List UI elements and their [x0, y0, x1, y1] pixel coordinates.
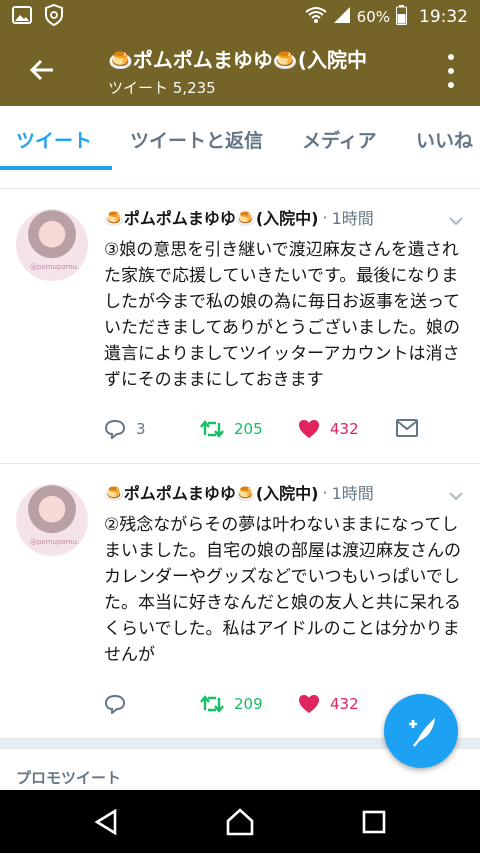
tweet-time: 1時間	[331, 209, 374, 228]
triangle-back-icon	[94, 808, 117, 836]
direct-message-button[interactable]	[396, 419, 418, 437]
reply-icon	[104, 419, 126, 439]
tweet-header: 🍮ポムポムまゆゆ🍮(入院中) · 1時間	[104, 480, 464, 504]
system-navigation-bar	[0, 790, 480, 853]
retweet-count: 209	[234, 695, 263, 713]
avatar-watermark: @pomupomu...	[30, 263, 84, 271]
clock: 19:32	[419, 7, 468, 27]
more-dot-icon	[448, 68, 454, 74]
feather-plus-icon	[409, 718, 435, 747]
page-title: 🍮ポムポムまゆゆ🍮(入院中	[108, 48, 367, 72]
more-dot-icon	[448, 54, 454, 60]
separator-dot: ·	[322, 482, 328, 502]
heart-icon	[299, 695, 319, 713]
like-count: 432	[330, 420, 359, 438]
system-recents-button[interactable]	[358, 806, 390, 838]
tweet-header: 🍮ポムポムまゆゆ🍮(入院中) · 1時間	[104, 205, 464, 229]
separator-dot: ·	[322, 207, 328, 227]
like-count: 432	[330, 695, 359, 713]
heart-icon	[299, 420, 319, 438]
more-dot-icon	[448, 82, 454, 88]
battery-level: 60%	[356, 8, 390, 26]
tweet-text: ②残念ながらその夢は叶わないままになってしまいました。自宅の娘の部屋は渡辺麻友さ…	[104, 515, 461, 665]
like-button[interactable]: 432	[298, 419, 359, 439]
author-name[interactable]: 🍮ポムポムまゆゆ🍮(入院中)	[104, 205, 318, 229]
compose-tweet-button[interactable]	[384, 694, 458, 768]
tweet-actions: 3 205 432	[104, 419, 424, 443]
author-name[interactable]: 🍮ポムポムまゆゆ🍮(入院中)	[104, 480, 318, 504]
system-back-button[interactable]	[90, 806, 122, 838]
system-home-button[interactable]	[224, 806, 256, 838]
profile-header: 🍮ポムポムまゆゆ🍮(入院中 ツイート 5,235	[0, 34, 480, 106]
status-bar: 60% 19:32	[0, 0, 480, 34]
retweet-icon	[200, 695, 224, 713]
wifi-icon	[305, 6, 327, 28]
signal-icon	[333, 6, 351, 28]
retweet-button[interactable]: 209	[200, 694, 263, 714]
retweet-icon	[200, 420, 224, 438]
more-options-button[interactable]	[444, 54, 458, 88]
square-recents-icon	[362, 810, 386, 834]
avatar[interactable]: @pomupomu...	[16, 209, 88, 281]
tweet-actions: 209 432	[104, 694, 424, 718]
arrow-left-icon	[29, 59, 53, 81]
profile-tabs: ツイート ツイートと返信 メディア いいね	[0, 106, 480, 171]
shield-icon	[44, 3, 64, 30]
tab-likes[interactable]: いいね	[416, 126, 473, 153]
chevron-down-icon[interactable]	[448, 486, 464, 505]
avatar-watermark: @pomupomu...	[30, 538, 84, 546]
retweet-count: 205	[234, 420, 263, 438]
feed-top-divider	[0, 170, 480, 189]
avatar[interactable]: @pomupomu...	[16, 484, 88, 556]
retweet-button[interactable]: 205	[200, 419, 263, 439]
reply-icon	[104, 694, 126, 714]
tab-tweets[interactable]: ツイート	[16, 126, 92, 153]
reply-button[interactable]	[104, 694, 136, 714]
like-button[interactable]: 432	[298, 694, 359, 714]
envelope-icon	[396, 419, 418, 437]
chevron-down-icon[interactable]	[448, 211, 464, 230]
tweet[interactable]: @pomupomu... 🍮ポムポムまゆゆ🍮(入院中) · 1時間 ③娘の意思を…	[0, 189, 480, 464]
header-title-block: 🍮ポムポムまゆゆ🍮(入院中 ツイート 5,235	[108, 44, 408, 98]
tweet-count: ツイート 5,235	[108, 79, 216, 97]
tweet-time: 1時間	[331, 484, 374, 503]
reply-count: 3	[136, 420, 146, 438]
tab-media[interactable]: メディア	[302, 126, 377, 153]
tweet-text: ③娘の意思を引き継いで渡辺麻友さんを遺された家族で応援していきたいです。最後にな…	[104, 240, 461, 390]
back-button[interactable]	[24, 52, 60, 88]
image-icon	[12, 6, 32, 28]
tab-tweets-and-replies[interactable]: ツイートと返信	[130, 126, 263, 153]
home-icon	[226, 808, 254, 836]
battery-icon	[396, 5, 407, 29]
reply-button[interactable]: 3	[104, 419, 146, 439]
